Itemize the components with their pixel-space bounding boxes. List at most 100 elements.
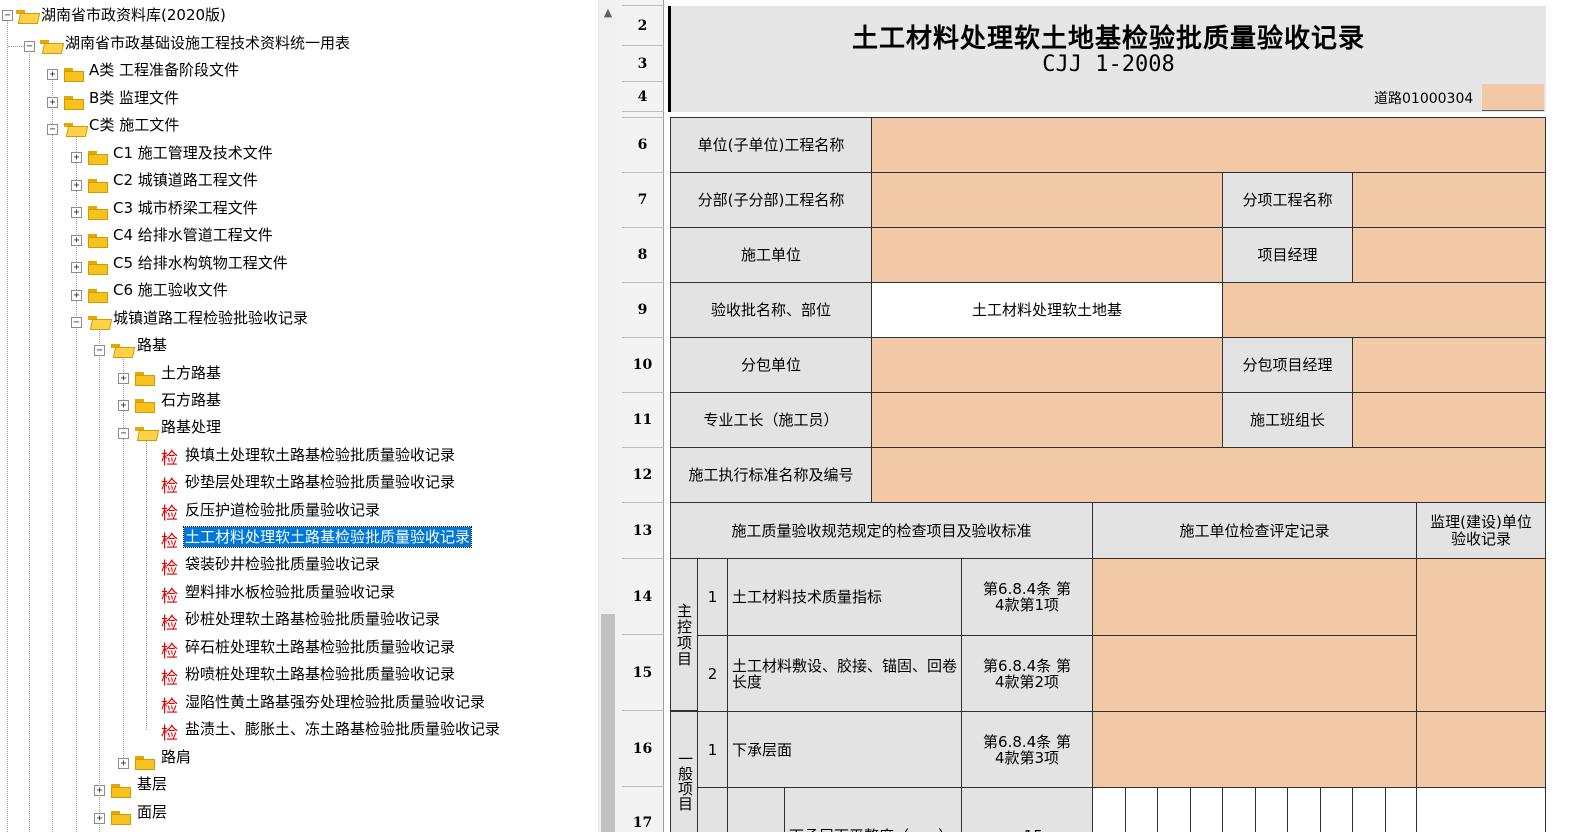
- row-header[interactable]: 13: [622, 503, 664, 559]
- tree-item-base[interactable]: 基层: [136, 774, 168, 794]
- tree-item-c5[interactable]: C5 给排水构筑物工程文件: [112, 253, 289, 273]
- expand-toggle[interactable]: +: [118, 400, 129, 411]
- collapse-toggle[interactable]: −: [2, 10, 13, 21]
- measure-cell[interactable]: [1189, 787, 1223, 832]
- expand-toggle[interactable]: +: [71, 235, 82, 246]
- team-leader-field[interactable]: [1352, 392, 1546, 448]
- foreman-field[interactable]: [871, 392, 1223, 448]
- tree-record-item[interactable]: 粉喷桩处理软土路基检验批质量验收记录: [184, 664, 456, 684]
- tree-record-item-selected[interactable]: 土工材料处理软土路基检验批质量验收记录: [182, 526, 473, 548]
- tree-item-earth-subgrade[interactable]: 土方路基: [160, 363, 222, 383]
- expand-toggle[interactable]: +: [71, 152, 82, 163]
- measure-cell[interactable]: [1157, 787, 1191, 832]
- division-project-field[interactable]: [871, 172, 1223, 228]
- batch-name-field[interactable]: 土工材料处理软土地基: [871, 282, 1223, 338]
- row-header[interactable]: 9: [622, 283, 664, 338]
- tree-item-c3[interactable]: C3 城市桥梁工程文件: [112, 198, 259, 218]
- measure-cell[interactable]: [1352, 787, 1386, 832]
- tree-record-item[interactable]: 塑料排水板检验批质量验收记录: [184, 582, 396, 602]
- scroll-up-icon[interactable]: ▲: [599, 6, 617, 19]
- item-contractor-record[interactable]: [1092, 558, 1417, 636]
- expand-toggle[interactable]: +: [47, 69, 58, 80]
- tree-item-c-class[interactable]: C类 施工文件: [88, 115, 180, 135]
- row-header[interactable]: 3: [622, 46, 664, 82]
- expand-toggle[interactable]: +: [118, 373, 129, 384]
- expand-toggle[interactable]: +: [94, 813, 105, 824]
- tree-item-road-inspect[interactable]: 城镇道路工程检验批验收记录: [112, 308, 309, 328]
- tree-line: [29, 46, 30, 832]
- contractor-field[interactable]: [871, 227, 1223, 283]
- collapse-toggle[interactable]: −: [24, 41, 35, 52]
- batch-location-field[interactable]: [1222, 282, 1546, 338]
- sub-pm-field[interactable]: [1352, 337, 1546, 393]
- exec-standard-field[interactable]: [871, 447, 1546, 503]
- measure-cell[interactable]: [1384, 787, 1418, 832]
- expand-toggle[interactable]: +: [94, 785, 105, 796]
- tree-item-subgrade[interactable]: 路基: [136, 335, 168, 355]
- measure-cell[interactable]: [1319, 787, 1353, 832]
- general-supervisor-record-17[interactable]: [1416, 787, 1546, 832]
- measure-cell[interactable]: [1287, 787, 1321, 832]
- tree-scrollbar[interactable]: ▲: [598, 0, 617, 832]
- row-header[interactable]: 15: [622, 635, 664, 711]
- row-header[interactable]: 14: [622, 559, 664, 635]
- measure-cell[interactable]: [1222, 787, 1256, 832]
- measure-cell[interactable]: [1124, 787, 1158, 832]
- expand-toggle[interactable]: +: [118, 758, 129, 769]
- tree-item-subgrade-treatment[interactable]: 路基处理: [160, 417, 222, 437]
- measure-cell[interactable]: [1092, 787, 1126, 832]
- project-manager-field[interactable]: [1352, 227, 1546, 283]
- row-header[interactable]: 10: [622, 338, 664, 393]
- tree-item-c2[interactable]: C2 城镇道路工程文件: [112, 170, 259, 190]
- collapse-toggle[interactable]: −: [94, 345, 105, 356]
- main-supervisor-record[interactable]: [1416, 558, 1546, 712]
- expand-toggle[interactable]: +: [71, 262, 82, 273]
- expand-toggle[interactable]: +: [47, 97, 58, 108]
- row-header[interactable]: 8: [622, 228, 664, 283]
- scrollbar-thumb[interactable]: [601, 614, 615, 832]
- tree-record-item[interactable]: 袋装砂井检验批质量验收记录: [184, 554, 381, 574]
- tree-item-level1[interactable]: 湖南省市政基础设施工程技术资料统一用表: [64, 33, 351, 53]
- tree-item-c1[interactable]: C1 施工管理及技术文件: [112, 143, 274, 163]
- row-header[interactable]: 4: [622, 82, 664, 112]
- expand-toggle[interactable]: +: [71, 290, 82, 301]
- item-contractor-record[interactable]: [1092, 635, 1417, 712]
- collapse-toggle[interactable]: −: [71, 317, 82, 328]
- row-header[interactable]: 6: [622, 118, 664, 173]
- tree-item-b-class[interactable]: B类 监理文件: [88, 88, 180, 108]
- tree-record-item[interactable]: 砂桩处理软土路基检验批质量验收记录: [184, 609, 441, 629]
- tree-item-shoulder[interactable]: 路肩: [160, 747, 192, 767]
- file-tree[interactable]: − 湖南省市政资料库(2020版) − 湖南省市政基础设施工程技术资料统一用表 …: [0, 0, 598, 832]
- tree-item-a-class[interactable]: A类 工程准备阶段文件: [88, 60, 240, 80]
- tree-item-surface[interactable]: 面层: [136, 802, 168, 822]
- tree-record-item[interactable]: 反压护道检验批质量验收记录: [184, 500, 381, 520]
- tree-record-item[interactable]: 盐渍土、膨胀土、冻土路基检验批质量验收记录: [184, 719, 501, 739]
- tree-record-item[interactable]: 碎石桩处理软土路基检验批质量验收记录: [184, 637, 456, 657]
- subcontractor-field[interactable]: [871, 337, 1223, 393]
- tree-item-stone-subgrade[interactable]: 石方路基: [160, 390, 222, 410]
- row-header[interactable]: 12: [622, 448, 664, 503]
- tree-record-item[interactable]: 砂垫层处理软土路基检验批质量验收记录: [184, 472, 456, 492]
- tree-record-item[interactable]: 换填土处理软土路基检验批质量验收记录: [184, 445, 456, 465]
- row-header[interactable]: 17: [622, 787, 664, 832]
- expand-toggle[interactable]: +: [71, 207, 82, 218]
- item-contractor-record[interactable]: [1092, 711, 1417, 788]
- tree-item-root[interactable]: 湖南省市政资料库(2020版): [40, 5, 227, 25]
- record-icon: 检: [161, 697, 178, 717]
- measure-cell[interactable]: [1254, 787, 1288, 832]
- general-supervisor-record[interactable]: [1416, 711, 1546, 788]
- collapse-toggle[interactable]: −: [118, 428, 129, 439]
- form-number-field[interactable]: [1482, 84, 1544, 111]
- row-header[interactable]: 11: [622, 393, 664, 448]
- row-header[interactable]: 2: [622, 6, 664, 46]
- unit-project-field[interactable]: [871, 117, 1546, 173]
- row-header[interactable]: 16: [622, 711, 664, 787]
- item-project-field[interactable]: [1352, 172, 1546, 228]
- expand-toggle[interactable]: +: [71, 180, 82, 191]
- row-header[interactable]: 7: [622, 173, 664, 228]
- tree-item-c6[interactable]: C6 施工验收文件: [112, 280, 229, 300]
- tree-record-item[interactable]: 湿陷性黄土路基强夯处理检验批质量验收记录: [184, 692, 486, 712]
- collapse-toggle[interactable]: −: [47, 124, 58, 135]
- tree-item-c4[interactable]: C4 给排水管道工程文件: [112, 225, 274, 245]
- folder-icon: [88, 259, 110, 275]
